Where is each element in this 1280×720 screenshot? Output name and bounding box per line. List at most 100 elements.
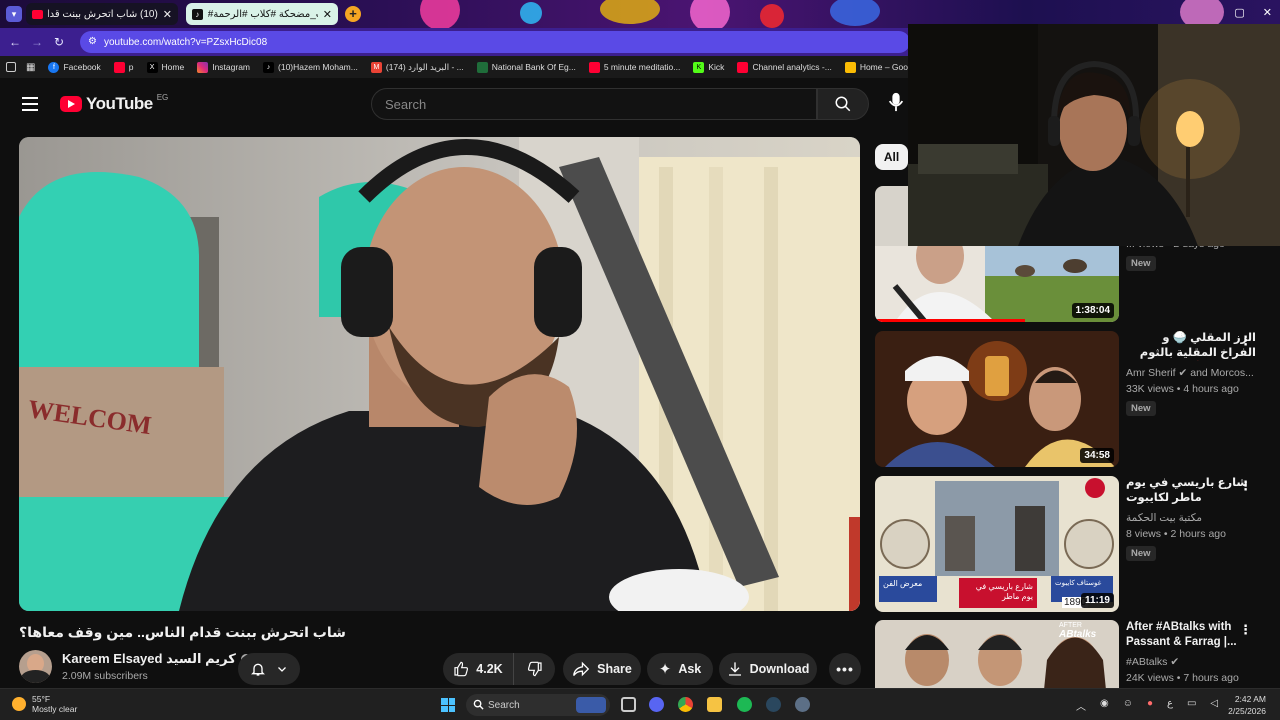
channel-name: مكتبة بيت الحكمة bbox=[1126, 512, 1203, 524]
more-vertical-icon[interactable]: ⋮ bbox=[1239, 333, 1252, 349]
microphone-icon[interactable] bbox=[888, 92, 910, 114]
download-icon bbox=[728, 662, 741, 676]
new-tab-button[interactable]: + bbox=[345, 6, 361, 22]
bookmark-x-home[interactable]: X Home bbox=[146, 61, 185, 73]
menu-icon[interactable] bbox=[22, 97, 38, 115]
thumbnail-brand-label: ABtalks bbox=[1059, 629, 1097, 640]
weather-widget[interactable]: 55°F Mostly clear bbox=[12, 694, 77, 714]
subscribe-bell-button[interactable] bbox=[238, 653, 300, 685]
chip-all[interactable]: All bbox=[875, 144, 908, 170]
video-thumbnail[interactable]: 34:58 bbox=[875, 331, 1119, 467]
tab-youtube[interactable]: (10) شاب اتحرش ببنت قدام الناس ✕ bbox=[26, 3, 178, 25]
related-video[interactable]: 34:58 الرز المقلي 🍚 و الفراخ المقلية بال… bbox=[875, 331, 1275, 467]
back-icon[interactable]: ← bbox=[4, 35, 26, 49]
bookmark-gmail[interactable]: M (174) البريد الوارد - ... bbox=[370, 61, 464, 73]
bookmark-nbe[interactable]: National Bank Of Eg... bbox=[476, 61, 576, 73]
bookmark-label: 5 minute meditatio... bbox=[603, 62, 681, 72]
tab-menu-icon[interactable]: ▾ bbox=[6, 6, 22, 22]
share-label: Share bbox=[597, 662, 632, 676]
clock[interactable]: 2:42 AM 2/25/2026 bbox=[1228, 693, 1266, 717]
tab-label: (10) شاب اتحرش ببنت قدام الناس bbox=[48, 8, 158, 20]
discord-icon[interactable] bbox=[649, 697, 664, 712]
download-button[interactable]: Download bbox=[719, 653, 817, 685]
sparkle-icon: ✦ bbox=[658, 661, 672, 678]
display-icon[interactable]: ▭ bbox=[1187, 698, 1196, 713]
discord-tray-icon[interactable]: ☺ bbox=[1123, 698, 1133, 713]
thumbnail-label-left: معرض الفن bbox=[883, 579, 923, 588]
ask-button[interactable]: ✦ Ask bbox=[647, 653, 713, 685]
more-vertical-icon[interactable]: ⋮ bbox=[1239, 478, 1252, 494]
video-player[interactable]: WELCOM bbox=[19, 137, 860, 611]
bookmark-label: Instagram bbox=[212, 62, 251, 72]
search-icon bbox=[473, 699, 484, 710]
search-input[interactable]: Search bbox=[371, 88, 817, 120]
microphone-tray-icon[interactable]: ● bbox=[1147, 698, 1153, 713]
bookmark-meditation[interactable]: 5 minute meditatio... bbox=[588, 61, 681, 73]
forward-icon[interactable]: → bbox=[26, 35, 48, 49]
date: 2/25/2026 bbox=[1228, 706, 1266, 716]
more-horizontal-icon: ••• bbox=[836, 661, 854, 677]
file-explorer-icon[interactable] bbox=[707, 697, 722, 712]
video-thumbnail[interactable]: معرض الفن شارع باريسي في يوم ماطر غوستاف… bbox=[875, 476, 1119, 612]
close-tab-icon[interactable]: ✕ bbox=[323, 8, 332, 21]
search-button[interactable] bbox=[817, 88, 869, 120]
related-video[interactable]: معرض الفن شارع باريسي في يوم ماطر غوستاف… bbox=[875, 476, 1275, 612]
channel-name[interactable]: Kareem Elsayed كريم السيد bbox=[62, 651, 236, 667]
bookmark-analytics[interactable]: Channel analytics -... bbox=[737, 61, 832, 73]
close-tab-icon[interactable]: ✕ bbox=[163, 8, 172, 21]
bookmark-facebook[interactable]: f Facebook bbox=[48, 61, 101, 73]
more-actions-button[interactable]: ••• bbox=[829, 653, 861, 685]
site-info-icon[interactable]: ⚙ bbox=[88, 36, 97, 47]
video-thumbnail[interactable]: AFTER ABtalks bbox=[875, 620, 1119, 688]
youtube-logo[interactable]: YouTube EG bbox=[60, 93, 168, 114]
url-bar[interactable]: ⚙ youtube.com/watch?v=PZsxHcDic08 bbox=[80, 31, 910, 53]
reload-icon[interactable]: ↻ bbox=[48, 35, 70, 49]
windows-taskbar: 55°F Mostly clear Search ︿ ◉ ☺ ● ع ▭ ◁ 2… bbox=[0, 688, 1280, 720]
chrome-icon[interactable] bbox=[678, 697, 693, 712]
like-button[interactable]: 4.2K bbox=[443, 653, 513, 685]
spotify-icon[interactable] bbox=[737, 697, 752, 712]
keyboard-language-icon[interactable]: ع bbox=[1167, 698, 1173, 713]
thumbs-down-icon bbox=[527, 661, 542, 677]
bookmark-tiktok[interactable]: ♪ (10)Hazem Moham... bbox=[263, 61, 358, 73]
tab-tiktok[interactable]: ♪ #كلاب_مضحكة #كلاب #الرحمة ✕ bbox=[186, 3, 338, 25]
apps-icon[interactable]: ▦ bbox=[26, 62, 35, 73]
bookmark-label: p bbox=[128, 62, 134, 72]
youtube-play-icon bbox=[60, 96, 82, 112]
youtube-icon bbox=[737, 61, 749, 73]
thumbnail-label-right: غوستاف كايبوت bbox=[1055, 580, 1102, 587]
bookmark-instagram[interactable]: Instagram bbox=[197, 61, 251, 73]
kick-icon: K bbox=[693, 61, 705, 73]
new-badge: New bbox=[1126, 546, 1156, 561]
screen: ▾ (10) شاب اتحرش ببنت قدام الناس ✕ ♪ #كل… bbox=[0, 0, 1280, 720]
dislike-button[interactable] bbox=[513, 653, 555, 685]
youtube-icon bbox=[113, 61, 125, 73]
task-view-icon[interactable] bbox=[621, 697, 636, 712]
facebook-icon: f bbox=[48, 61, 60, 73]
bookmark-kick[interactable]: K Kick bbox=[693, 61, 725, 73]
taskbar-search[interactable]: Search bbox=[466, 694, 610, 716]
network-tray-icon[interactable]: ◉ bbox=[1100, 698, 1109, 713]
volume-icon[interactable]: ◁ bbox=[1210, 698, 1218, 713]
more-vertical-icon[interactable]: ⋮ bbox=[1239, 622, 1252, 638]
channel-avatar[interactable] bbox=[19, 650, 52, 683]
steam-icon[interactable] bbox=[766, 697, 781, 712]
close-window-icon[interactable]: ✕ bbox=[1263, 6, 1272, 19]
bookmark-label: Kick bbox=[708, 62, 725, 72]
start-button[interactable] bbox=[441, 698, 455, 712]
restore-icon[interactable]: ▢ bbox=[1234, 6, 1244, 19]
video-duration: 11:19 bbox=[1080, 593, 1114, 608]
sidebar-toggle-icon[interactable] bbox=[6, 62, 16, 72]
bookmark-p[interactable]: p bbox=[113, 61, 134, 73]
bookmark-label: Home bbox=[161, 62, 185, 72]
channel-info: Kareem Elsayed كريم السيد ✓ 2.09M subscr… bbox=[19, 650, 251, 683]
url-text: youtube.com/watch?v=PZsxHcDic08 bbox=[104, 36, 268, 48]
share-button[interactable]: Share bbox=[563, 653, 641, 685]
video-meta: 33K views • 4 hours ago bbox=[1126, 383, 1239, 395]
related-video-title: After #ABtalks with Passant & Farrag |..… bbox=[1126, 621, 1237, 648]
chevron-up-icon[interactable]: ︿ bbox=[1076, 698, 1086, 713]
video-duration: 1:38:04 bbox=[1071, 303, 1114, 318]
settings-icon[interactable] bbox=[795, 697, 810, 712]
related-video[interactable]: AFTER ABtalks After #ABtalks with Passan… bbox=[875, 620, 1275, 688]
download-label: Download bbox=[749, 662, 810, 676]
